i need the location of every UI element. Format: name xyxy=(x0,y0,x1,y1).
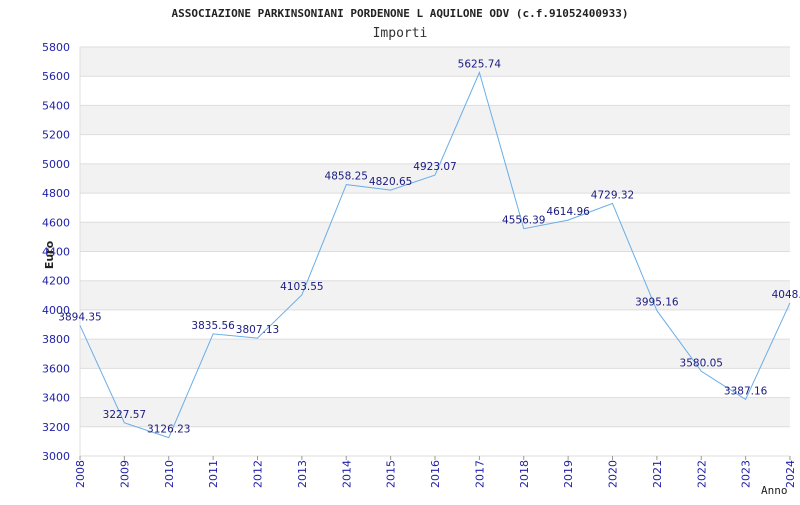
data-label: 4103.55 xyxy=(280,281,323,293)
line-chart-svg: 3000320034003600380040004200440046004800… xyxy=(42,7,800,497)
x-tick-label: 2009 xyxy=(118,460,131,488)
data-label: 5625.74 xyxy=(458,58,502,70)
x-axis-ticks: 2008 2009 2010 2011 2012 2013 2014 2015 2016 2017… xyxy=(74,456,797,488)
data-label: 4923.07 xyxy=(413,161,456,173)
x-tick-label: 2015 xyxy=(385,460,398,488)
data-label: 4729.32 xyxy=(591,189,634,201)
data-label: 3807.13 xyxy=(236,324,279,336)
x-tick-label: 2018 xyxy=(518,460,531,488)
x-axis-label: Anno xyxy=(761,484,788,497)
y-tick-label: 3400 xyxy=(42,392,70,405)
y-axis-label: Euro xyxy=(43,240,56,269)
background-band xyxy=(80,47,790,77)
background-band xyxy=(80,280,790,310)
background-band xyxy=(80,222,790,252)
y-tick-label: 5200 xyxy=(42,129,70,142)
y-tick-label: 5400 xyxy=(42,99,70,112)
data-label: 3387.16 xyxy=(724,385,768,397)
background-bands xyxy=(80,47,790,427)
x-tick-label: 2013 xyxy=(296,460,309,488)
x-tick-label: 2010 xyxy=(163,460,176,488)
data-label: 4820.65 xyxy=(369,176,412,188)
x-tick-label: 2016 xyxy=(429,460,442,488)
y-tick-label: 5000 xyxy=(42,158,70,171)
y-tick-label: 4600 xyxy=(42,216,70,229)
background-band xyxy=(80,397,790,427)
x-tick-label: 2019 xyxy=(562,460,575,488)
data-label: 3835.56 xyxy=(191,320,235,332)
data-label: 3894.35 xyxy=(58,311,101,323)
x-tick-label: 2023 xyxy=(740,460,753,488)
y-tick-label: 4800 xyxy=(42,187,70,200)
x-tick-label: 2022 xyxy=(695,460,708,488)
x-tick-label: 2020 xyxy=(607,460,620,488)
background-band xyxy=(80,105,790,135)
data-label: 4614.96 xyxy=(546,206,590,218)
data-label: 4858.25 xyxy=(325,171,368,183)
data-label: 3580.05 xyxy=(680,357,723,369)
x-tick-label: 2008 xyxy=(74,460,87,488)
data-label: 3227.57 xyxy=(103,409,146,421)
chart-title: ASSOCIAZIONE PARKINSONIANI PORDENONE L A… xyxy=(172,7,629,20)
chart: 3000 3200 3400 3600 3800 4000 4200 4400 4600 4800… xyxy=(0,0,800,500)
y-tick-label: 3800 xyxy=(42,333,70,346)
y-tick-label: 5600 xyxy=(42,70,70,83)
y-tick-label: 4200 xyxy=(42,275,70,288)
x-tick-label: 2021 xyxy=(651,460,664,488)
y-tick-label: 3600 xyxy=(42,362,70,375)
data-label: 4048.5 xyxy=(772,289,800,301)
x-tick-label: 2014 xyxy=(340,460,353,488)
y-tick-label: 5800 xyxy=(42,41,70,54)
y-tick-label: 3200 xyxy=(42,421,70,434)
data-label: 4556.39 xyxy=(502,215,545,227)
x-tick-label: 2012 xyxy=(252,460,265,488)
x-tick-label: 2011 xyxy=(207,460,220,488)
y-tick-label: 3000 xyxy=(42,450,70,463)
chart-subtitle: Importi xyxy=(373,26,428,41)
x-tick-label: 2017 xyxy=(473,460,486,488)
data-label: 3995.16 xyxy=(635,297,679,309)
data-label: 3126.23 xyxy=(147,424,190,436)
